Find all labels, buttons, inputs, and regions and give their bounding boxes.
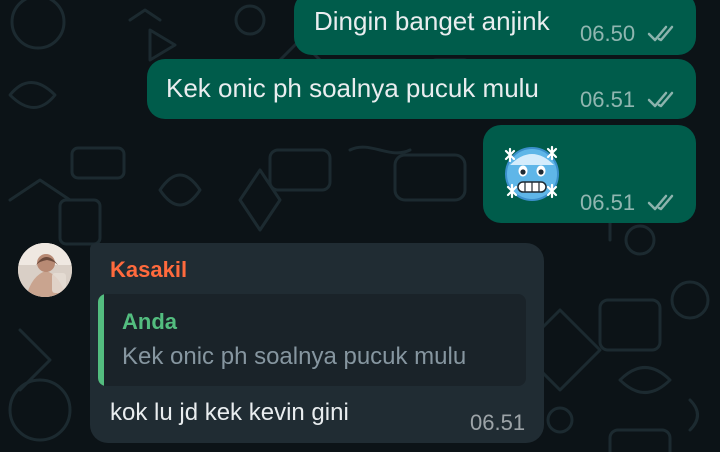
double-check-icon — [647, 25, 674, 42]
avatar[interactable] — [18, 243, 72, 297]
outgoing-message-bubble[interactable]: 06.51 — [483, 125, 696, 223]
quote-accent-bar — [98, 294, 104, 386]
outgoing-message-bubble[interactable]: Dingin banget anjink 06.50 — [294, 0, 696, 55]
message-timestamp: 06.51 — [470, 410, 526, 435]
quoted-text: Kek onic ph soalnya pucuk mulu — [122, 343, 467, 370]
double-check-icon — [647, 194, 674, 211]
message-timestamp: 06.51 — [580, 87, 636, 112]
sender-name: Kasakil — [110, 257, 188, 282]
quoted-reply[interactable]: Anda Kek onic ph soalnya pucuk mulu — [98, 294, 526, 386]
quoted-author: Anda — [122, 309, 177, 334]
message-text: kok lu jd kek kevin gini — [110, 399, 349, 426]
message-timestamp: 06.50 — [580, 21, 636, 46]
message-text: Kek onic ph soalnya pucuk mulu — [166, 73, 539, 103]
message-text: Dingin banget anjink — [314, 6, 550, 36]
cold-face-emoji — [504, 145, 559, 201]
double-check-icon — [647, 91, 674, 108]
message-timestamp: 06.51 — [580, 190, 636, 215]
outgoing-message-bubble[interactable]: Kek onic ph soalnya pucuk mulu 06.51 — [147, 59, 696, 119]
avatar-photo — [18, 243, 72, 297]
